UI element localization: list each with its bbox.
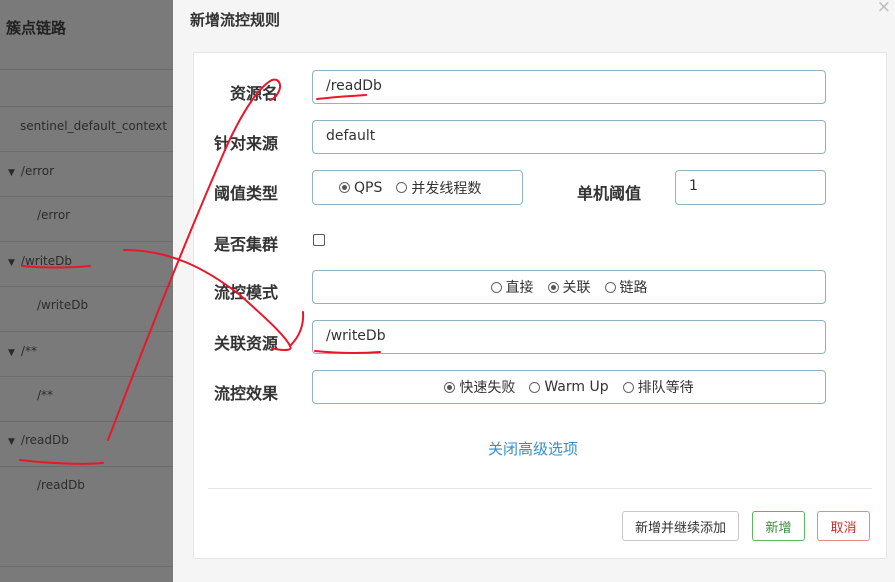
- limit-app-input[interactable]: default: [312, 120, 826, 154]
- radio-unchecked-icon: [604, 281, 616, 293]
- radio-checked-icon: [339, 182, 350, 193]
- cancel-button[interactable]: 取消: [817, 511, 870, 541]
- threshold-type-label: 阈值类型: [214, 184, 279, 203]
- tree-node-readdb[interactable]: ▼/readDb: [8, 433, 69, 447]
- strategy-label: 流控模式: [214, 283, 279, 302]
- tree-item-wildcard[interactable]: /**: [37, 388, 53, 402]
- control-behavior-label: 流控效果: [214, 384, 279, 403]
- radio-queueing[interactable]: 排队等待: [622, 377, 694, 397]
- radio-qps[interactable]: QPS: [339, 180, 382, 196]
- radio-direct[interactable]: 直接: [490, 277, 534, 297]
- radio-unchecked-icon: [622, 381, 634, 393]
- footer-divider: [208, 488, 872, 489]
- radio-chain[interactable]: 链路: [604, 277, 648, 297]
- caret-down-icon: ▼: [8, 437, 15, 447]
- radio-unchecked-icon: [529, 381, 541, 393]
- tree-node-wildcard[interactable]: ▼/**: [8, 344, 37, 358]
- add-button[interactable]: 新增: [752, 511, 805, 541]
- tree-item-error[interactable]: /error: [37, 208, 70, 222]
- caret-down-icon: ▼: [8, 348, 15, 358]
- tree-node-error[interactable]: ▼/error: [8, 164, 54, 178]
- cluster-label: 是否集群: [214, 235, 279, 254]
- dialog-title: 新增流控规则: [190, 11, 281, 29]
- cluster-checkbox[interactable]: [313, 234, 325, 246]
- resource-name-label: 资源名: [230, 84, 279, 103]
- ref-resource-input[interactable]: /writeDb: [312, 320, 826, 354]
- caret-down-icon: ▼: [8, 168, 15, 178]
- radio-checked-icon: [547, 281, 559, 293]
- form-panel: 资源名 /readDb 针对来源 default 阈值类型 QPS 并发线程数 …: [193, 52, 887, 559]
- tree-node-writedb[interactable]: ▼/writeDb: [8, 254, 72, 268]
- divider: [0, 69, 173, 70]
- tree-title: 簇点链路: [6, 19, 67, 37]
- resource-tree-panel: 簇点链路 sentinel_default_context ▼/error /e…: [0, 0, 173, 582]
- radio-checked-icon: [444, 381, 456, 393]
- threshold-type-radio-group: QPS 并发线程数: [312, 170, 523, 205]
- add-and-continue-button[interactable]: 新增并继续添加: [622, 511, 739, 541]
- tree-item-sentinel-default-context[interactable]: sentinel_default_context: [20, 119, 167, 133]
- radio-unchecked-icon: [396, 182, 408, 193]
- resource-name-input[interactable]: /readDb: [312, 70, 826, 104]
- radio-unchecked-icon: [490, 281, 502, 293]
- close-advanced-options-link[interactable]: 关闭高级选项: [488, 438, 578, 459]
- ref-resource-label: 关联资源: [214, 334, 279, 353]
- threshold-label: 单机阈值: [577, 184, 642, 203]
- add-flow-rule-dialog: 新增流控规则 × 资源名 /readDb 针对来源 default 阈值类型 Q…: [173, 0, 895, 582]
- divider: [0, 106, 173, 107]
- radio-fast-fail[interactable]: 快速失败: [444, 377, 515, 397]
- threshold-input[interactable]: 1: [675, 170, 826, 205]
- radio-thread-count[interactable]: 并发线程数: [396, 178, 481, 198]
- strategy-radio-group: 直接 关联 链路: [312, 270, 826, 304]
- control-behavior-radio-group: 快速失败 Warm Up 排队等待: [312, 370, 826, 404]
- caret-down-icon: ▼: [8, 258, 15, 268]
- radio-warm-up[interactable]: Warm Up: [529, 379, 609, 395]
- tree-item-writedb[interactable]: /writeDb: [37, 298, 88, 312]
- radio-relate[interactable]: 关联: [547, 277, 591, 297]
- tree-item-readdb[interactable]: /readDb: [37, 478, 85, 492]
- close-icon[interactable]: ×: [877, 0, 891, 17]
- limit-app-label: 针对来源: [214, 134, 279, 153]
